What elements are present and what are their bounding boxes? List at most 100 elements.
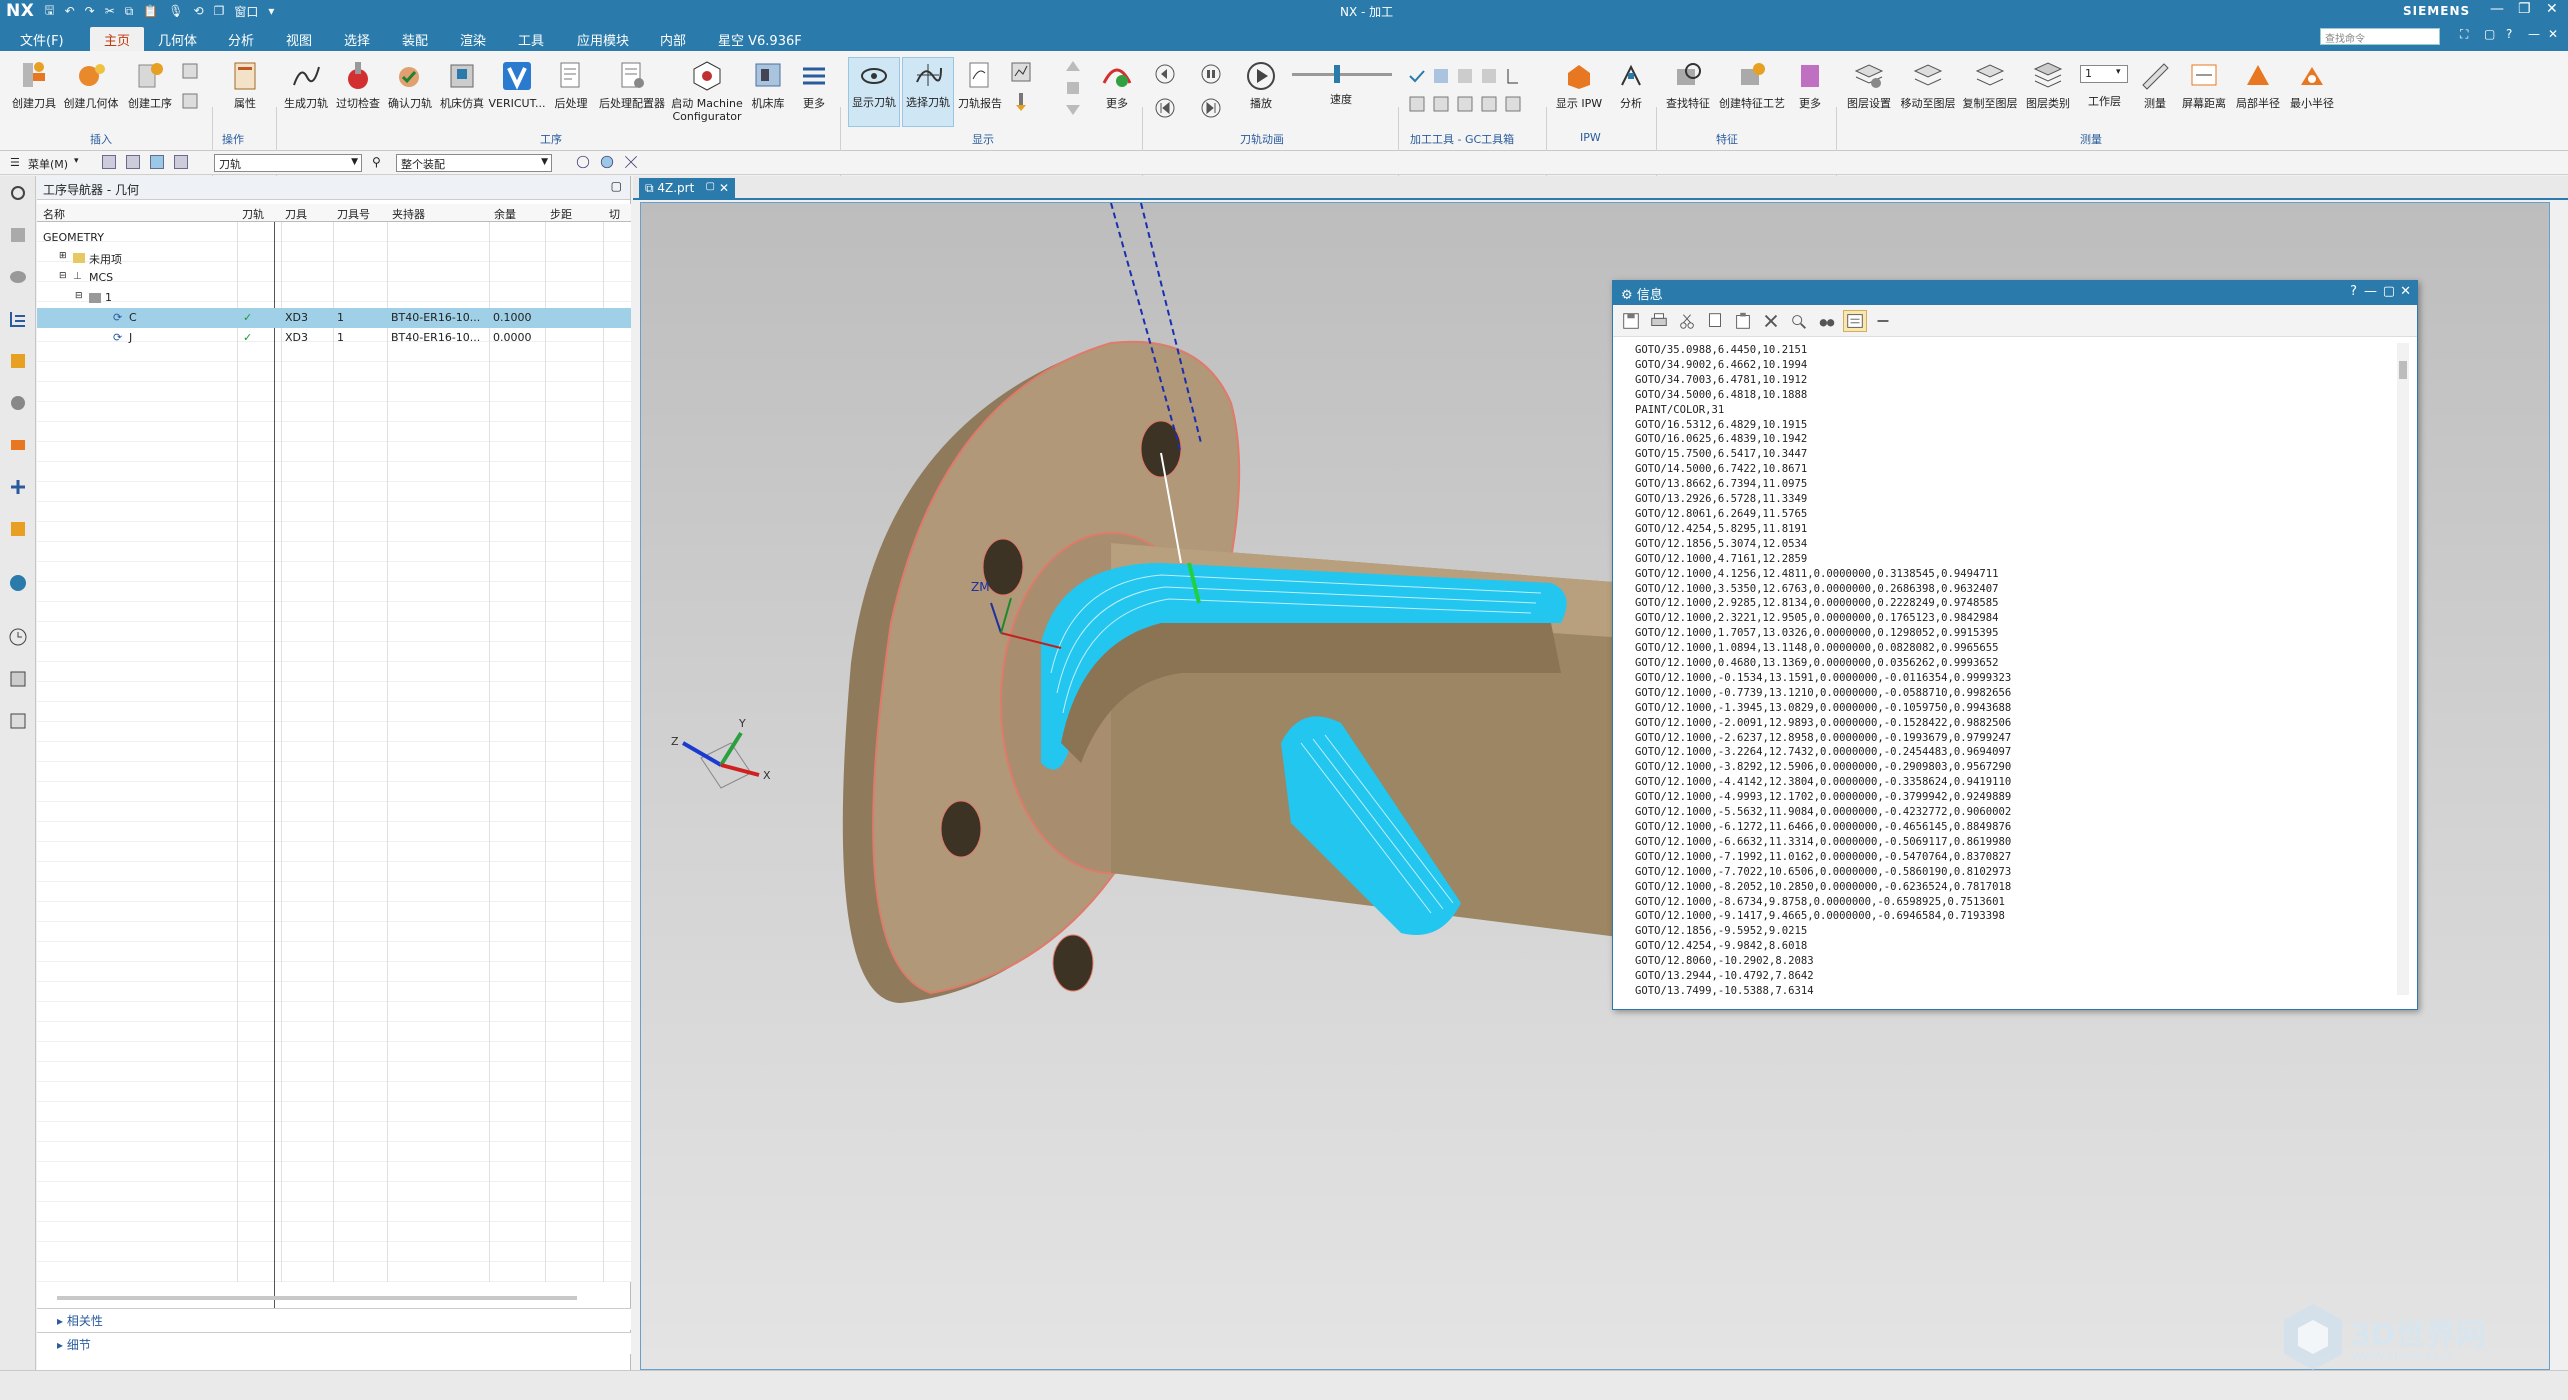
gc-check-icon[interactable] <box>1406 65 1428 87</box>
col-tool-number[interactable]: 刀具号 <box>337 206 370 222</box>
window-switch-icon[interactable]: ❐ <box>214 4 225 18</box>
measure-button[interactable]: 测量 <box>2134 59 2176 110</box>
tree-row-unused[interactable]: ⊞ 未用项 <box>37 248 631 268</box>
copy-icon[interactable]: ⧉ <box>125 4 134 19</box>
menu-hamburger-icon[interactable]: ☰ <box>10 156 20 169</box>
layer-settings-button[interactable]: 图层设置 <box>1844 59 1894 110</box>
properties-button[interactable]: 属性 <box>222 59 268 110</box>
globe-icon[interactable] <box>7 572 29 594</box>
tab-application[interactable]: 应用模块 <box>577 30 629 49</box>
local-radius-button[interactable]: 局部半径 <box>2232 59 2284 110</box>
paste-icon[interactable]: 📋 <box>143 4 158 18</box>
nav-machine-view-icon[interactable] <box>124 153 142 171</box>
step-back-icon[interactable] <box>1154 63 1176 85</box>
redo-icon[interactable]: ↷ <box>85 4 95 18</box>
tab-geometry[interactable]: 几何体 <box>158 30 197 49</box>
show-ipw-button[interactable]: 显示 IPW <box>1552 59 1606 110</box>
collapse-icon[interactable] <box>1871 310 1895 332</box>
customize-chevron-icon[interactable]: ▾ <box>268 4 274 18</box>
help-icon[interactable]: ? <box>2506 27 2512 41</box>
create-feature-process-button[interactable]: 创建特征工艺 <box>1716 59 1788 110</box>
ribbon-options-icon[interactable]: ▢ <box>2484 27 2495 41</box>
tab-analysis[interactable]: 分析 <box>228 30 254 49</box>
create-geometry-button[interactable]: 创建几何体 <box>62 59 120 110</box>
maximize-panel-icon[interactable]: ▢ <box>611 179 622 193</box>
wrap-text-icon[interactable] <box>1843 310 1867 332</box>
minimize-button[interactable]: — <box>2490 1 2504 17</box>
type-filter-dropdown[interactable]: 刀轨 ▼ <box>214 154 362 172</box>
copy-icon[interactable] <box>1703 310 1727 332</box>
cut-icon[interactable]: ✂ <box>105 4 115 18</box>
tab-internal[interactable]: 内部 <box>660 30 686 49</box>
feature-more-button[interactable]: 更多 <box>1790 59 1830 110</box>
tab-assembly[interactable]: 装配 <box>402 30 428 49</box>
gc-tool-icon-1[interactable] <box>1430 65 1452 87</box>
settings-gear-icon[interactable] <box>7 182 29 204</box>
filter-icon[interactable]: ⚲ <box>372 155 381 169</box>
col-tool[interactable]: 刀具 <box>285 206 307 222</box>
mic-icon[interactable]: 🎙 <box>168 4 183 18</box>
machine-navigator-icon[interactable] <box>7 350 29 372</box>
nav-method-view-icon[interactable] <box>172 153 190 171</box>
web-browser-icon[interactable] <box>7 518 29 540</box>
copy-to-layer-button[interactable]: 复制至图层 <box>1960 59 2020 110</box>
play-button[interactable]: 播放 <box>1240 59 1282 110</box>
machine-library-button[interactable]: 机床库 <box>746 59 790 110</box>
gc-tool-icon-4[interactable] <box>1502 65 1524 87</box>
speed-slider-handle[interactable] <box>1334 65 1340 83</box>
speed-slider[interactable] <box>1292 73 1392 76</box>
create-operation-button[interactable]: 创建工序 <box>124 59 176 110</box>
close-button[interactable]: ✕ <box>2546 1 2558 17</box>
repeat-icon[interactable]: ⟲ <box>194 4 204 18</box>
info-close-icon[interactable]: ✕ <box>2400 284 2411 299</box>
roles-icon[interactable] <box>7 710 29 732</box>
tool-display-icon[interactable] <box>1010 91 1032 113</box>
view-triad[interactable]: Z Y X <box>671 717 771 789</box>
gouge-check-button[interactable]: 过切检查 <box>334 59 382 110</box>
tab-render[interactable]: 渲染 <box>460 30 486 49</box>
close-doc-icon[interactable]: ✕ <box>2548 27 2558 41</box>
gc-tool-icon-7[interactable] <box>1454 93 1476 115</box>
snap-point-icon-2[interactable] <box>598 153 616 171</box>
machine-simulation-button[interactable]: 机床仿真 <box>438 59 486 110</box>
gc-tool-icon-6[interactable] <box>1430 93 1452 115</box>
menu-file[interactable]: 文件(F) <box>20 30 64 49</box>
vericut-button[interactable]: VERICUT... <box>489 59 546 110</box>
rewind-icon[interactable] <box>1154 97 1176 119</box>
info-scrollbar-thumb[interactable] <box>2399 361 2407 379</box>
window-menu[interactable]: 窗口 <box>234 3 258 20</box>
display-ipw-icon[interactable] <box>1010 61 1032 83</box>
tree-row-geometry[interactable]: GEOMETRY <box>37 228 631 248</box>
screen-distance-button[interactable]: 屏幕距离 <box>2178 59 2230 110</box>
tree-row-operation-c[interactable]: ⟳ C ✓ XD3 1 BT40-ER16-10... 0.1000 <box>37 308 631 328</box>
gc-tool-icon-5[interactable] <box>1406 93 1428 115</box>
cut-icon[interactable] <box>1675 310 1699 332</box>
save-as-icon[interactable] <box>1619 310 1643 332</box>
machine-configurator-button[interactable]: 启动 Machine Configurator <box>670 59 744 123</box>
move-up-icon[interactable] <box>1062 57 1084 79</box>
fullscreen-icon[interactable]: ⛶ <box>2460 27 2468 42</box>
info-title-bar[interactable]: ⚙ 信息 ? — ▢ ✕ <box>1613 281 2417 305</box>
gc-tool-icon-3[interactable] <box>1478 65 1500 87</box>
history-icon[interactable] <box>7 626 29 648</box>
nav-geometry-view-icon[interactable] <box>148 153 166 171</box>
command-search-input[interactable]: 查找命令 <box>2320 28 2440 45</box>
document-tab[interactable]: ⧉ 4Z.prt ▢ ✕ <box>639 178 735 200</box>
info-scrollbar[interactable] <box>2397 343 2409 995</box>
info-text-area[interactable]: GOTO/35.0988,6.4450,10.2151 GOTO/34.9002,… <box>1623 343 2393 1003</box>
tab-xingkong[interactable]: 星空 V6.936F <box>718 30 802 49</box>
ipw-analysis-button[interactable]: 分析 <box>1610 59 1652 110</box>
col-stock[interactable]: 余量 <box>494 206 516 222</box>
restore-button[interactable]: ❐ <box>2518 1 2531 17</box>
work-layer-dropdown-icon[interactable]: ▾ <box>2116 67 2121 77</box>
snap-point-icon-1[interactable] <box>574 153 592 171</box>
display-more-button[interactable]: 更多 <box>1096 59 1138 110</box>
menu-dropdown-icon[interactable]: ▾ <box>74 156 79 166</box>
gc-tool-icon-9[interactable] <box>1502 93 1524 115</box>
move-to-layer-button[interactable]: 移动至图层 <box>1898 59 1958 110</box>
process-more-button[interactable]: 更多 <box>794 59 834 110</box>
navigator-splitter[interactable] <box>274 222 275 1322</box>
undo-icon[interactable]: ↶ <box>65 4 75 18</box>
info-help-icon[interactable]: ? <box>2350 284 2357 299</box>
horizontal-scrollbar[interactable] <box>57 1296 577 1300</box>
